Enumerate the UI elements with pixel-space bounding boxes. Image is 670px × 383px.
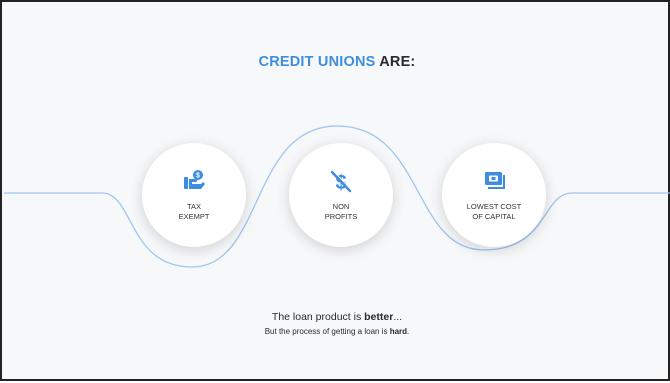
footer-line-2-bold: hard xyxy=(389,327,408,336)
non-profits-line1: NON xyxy=(332,201,350,211)
tax-exempt-label: TAX EXEMPT xyxy=(154,202,234,222)
footer-line-1-bold: better xyxy=(364,311,394,323)
footer-text: The loan product is better... But the pr… xyxy=(2,310,670,340)
lowest-cost-line2: OF CAPITAL xyxy=(472,211,516,221)
non-profits-label: NON PROFITS xyxy=(301,202,381,222)
hand-money-icon: $ xyxy=(184,169,205,189)
non-profits-line2: PROFITS xyxy=(324,211,358,221)
tax-exempt-circle: $ TAX EXEMPT xyxy=(142,143,246,247)
tax-exempt-line2: EXEMPT xyxy=(178,211,210,221)
lowest-cost-label: LOWEST COST OF CAPITAL xyxy=(454,202,534,222)
cash-stack-icon xyxy=(485,171,505,189)
footer-line-1-end: ... xyxy=(393,311,403,323)
lowest-cost-circle: LOWEST COST OF CAPITAL xyxy=(442,143,546,247)
svg-text:$: $ xyxy=(196,172,200,179)
dollar-slash-icon: $ xyxy=(330,169,352,193)
footer-line-2: But the process of getting a loan is har… xyxy=(2,324,670,340)
tax-exempt-line1: TAX xyxy=(186,201,202,211)
footer-line-2-text: But the process of getting a loan is xyxy=(264,327,390,336)
footer-line-1: The loan product is better... xyxy=(2,310,670,324)
footer-line-2-end: . xyxy=(407,327,410,336)
footer-line-1-text: The loan product is xyxy=(271,311,365,323)
lowest-cost-line1: LOWEST COST xyxy=(466,201,522,211)
non-profits-circle: $ NON PROFITS xyxy=(289,143,393,247)
slide: CREDIT UNIONS ARE: $ TAX EXEMPT $ NON PR… xyxy=(0,0,670,381)
